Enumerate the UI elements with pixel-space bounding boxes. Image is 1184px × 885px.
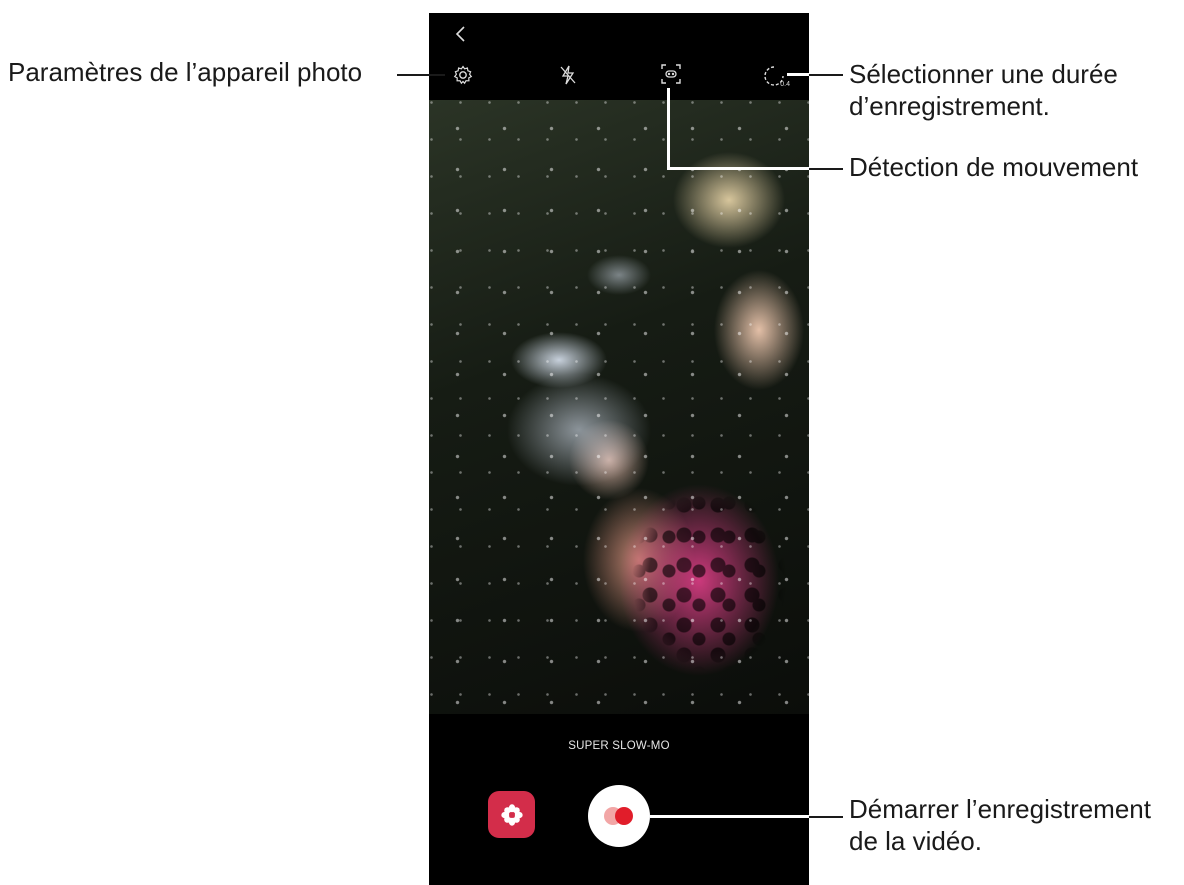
effects-button[interactable] xyxy=(488,791,535,838)
phone-screen: 0.4 SUPER SLOW-MO xyxy=(429,0,809,885)
callout-motion: Détection de mouvement xyxy=(849,152,1139,182)
callout-record-line2: de la vidéo. xyxy=(849,826,982,856)
record-icon xyxy=(615,807,633,825)
timer-dial-icon[interactable]: 0.4 xyxy=(760,62,790,90)
callout-line-record xyxy=(809,816,843,818)
callout-line-motion-vertical xyxy=(667,88,670,170)
status-bar xyxy=(429,0,809,13)
motion-detection-icon[interactable] xyxy=(659,62,683,86)
callout-line-record-inner xyxy=(650,815,809,818)
callout-duration-line2: d’enregistrement. xyxy=(849,91,1050,121)
callout-line-motion-inner xyxy=(667,167,809,170)
callout-line-duration xyxy=(809,74,843,76)
record-button[interactable] xyxy=(588,785,650,847)
camera-mode-label[interactable]: SUPER SLOW-MO xyxy=(429,740,809,752)
duration-value: 0.4 xyxy=(780,81,790,88)
camera-viewfinder xyxy=(429,100,809,714)
flash-off-icon[interactable] xyxy=(556,63,580,87)
callout-line-settings xyxy=(397,74,445,76)
viewfinder-water-droplets xyxy=(429,100,809,714)
callout-duration-line1: Sélectionner une durée xyxy=(849,59,1118,89)
callout-record-line1: Démarrer l’enregistrement xyxy=(849,794,1151,824)
gear-icon[interactable] xyxy=(451,63,475,87)
back-icon[interactable] xyxy=(449,22,473,46)
callout-line-duration-inner xyxy=(787,73,809,76)
flower-icon xyxy=(500,803,523,826)
callout-settings: Paramètres de l’appareil photo xyxy=(8,57,363,87)
callout-line-motion xyxy=(809,168,843,170)
camera-top-bar xyxy=(429,13,809,108)
